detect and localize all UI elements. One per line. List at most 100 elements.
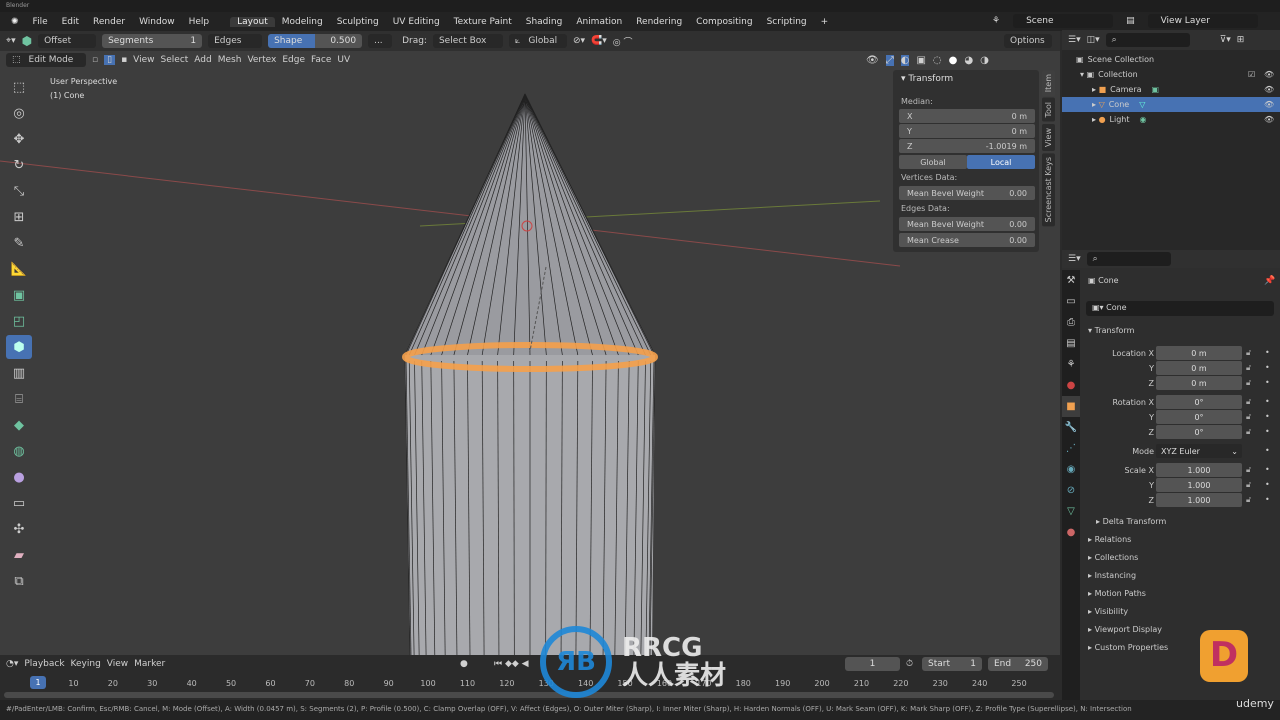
pivot-icon[interactable]: ⊘▾ xyxy=(573,36,585,46)
particles-properties-icon[interactable]: ⋰ xyxy=(1062,438,1080,459)
rotation-y-field[interactable]: 0° xyxy=(1156,410,1242,424)
cursor-tool-icon[interactable]: ◎ xyxy=(6,101,32,125)
object-properties-icon[interactable]: ■ xyxy=(1062,396,1080,417)
vertex-bevel-weight-field[interactable]: Mean Bevel Weight 0.00 xyxy=(899,186,1035,200)
blender-logo-icon[interactable]: ✺ xyxy=(4,17,26,27)
keyframe-dot-icon[interactable]: • xyxy=(1265,495,1270,504)
start-frame-field[interactable]: Start 1 xyxy=(922,657,982,671)
lock-icon[interactable]: 🔓︎ xyxy=(1246,348,1251,358)
rotation-x-field[interactable]: 0° xyxy=(1156,395,1242,409)
keyframe-dot-icon[interactable]: • xyxy=(1265,446,1270,455)
rip-tool-icon[interactable]: ⧉ xyxy=(6,569,32,593)
properties-search-input[interactable]: ⌕ xyxy=(1086,252,1171,266)
menu-keying[interactable]: Keying xyxy=(71,659,101,669)
lock-icon[interactable]: 🔓︎ xyxy=(1246,427,1251,437)
relations-section[interactable]: ▸ Relations xyxy=(1088,535,1131,544)
scale-x-field[interactable]: 1.000 xyxy=(1156,463,1242,477)
menu-add[interactable]: Add xyxy=(194,55,211,65)
menu-render[interactable]: Render xyxy=(86,17,132,27)
display-mode-icon[interactable]: ◫▾ xyxy=(1087,35,1100,45)
motion-paths-section[interactable]: ▸ Motion Paths xyxy=(1088,589,1146,598)
object-name-field[interactable]: ▣▾ Cone xyxy=(1086,301,1274,316)
transform-tool-icon[interactable]: ⊞ xyxy=(6,205,32,229)
outliner-item-cone[interactable]: ▸ ▽ Cone ▽ 👁 xyxy=(1062,97,1280,112)
lock-icon[interactable]: 🔓︎ xyxy=(1246,397,1251,407)
snap-icon[interactable]: 🧲▾ xyxy=(591,36,607,46)
lock-icon[interactable]: 🔓︎ xyxy=(1246,480,1251,490)
affect-dropdown[interactable]: Edges xyxy=(208,34,263,48)
keyframe-dot-icon[interactable]: • xyxy=(1265,378,1270,387)
end-frame-field[interactable]: End 250 xyxy=(988,657,1048,671)
tool-properties-icon[interactable]: ⚒ xyxy=(1062,270,1080,291)
median-y-field[interactable]: Y 0 m xyxy=(899,124,1035,138)
material-shading-icon[interactable]: ◕ xyxy=(964,55,973,66)
move-tool-icon[interactable]: ✥ xyxy=(6,127,32,151)
custom-properties-section[interactable]: ▸ Custom Properties xyxy=(1088,643,1168,652)
options-dropdown[interactable]: Options xyxy=(1004,34,1052,48)
xray-icon[interactable]: ▣ xyxy=(916,55,925,66)
outliner-scene-collection[interactable]: ▣ Scene Collection xyxy=(1062,52,1280,67)
tab-tool[interactable]: Tool xyxy=(1042,98,1055,122)
transform-section-header[interactable]: ▾ Transform xyxy=(1088,326,1134,335)
rotation-mode-dropdown[interactable]: XYZ Euler ⌄ xyxy=(1156,444,1242,458)
material-properties-icon[interactable]: ● xyxy=(1062,522,1080,543)
checkbox-icon[interactable]: ☑ xyxy=(1248,70,1255,79)
knife-tool-icon[interactable]: ⌸ xyxy=(6,387,32,411)
segments-field[interactable]: Segments 1 xyxy=(102,34,203,48)
timeline-scrollbar[interactable] xyxy=(4,692,1054,698)
loop-cut-tool-icon[interactable]: ▥ xyxy=(6,361,32,385)
annotate-tool-icon[interactable]: ✎ xyxy=(6,231,32,255)
filter-icon[interactable]: ⊽▾ xyxy=(1220,35,1231,45)
median-z-field[interactable]: Z -1.0019 m xyxy=(899,139,1035,153)
record-icon[interactable]: ● xyxy=(460,659,468,669)
location-y-field[interactable]: 0 m xyxy=(1156,361,1242,375)
orientation-dropdown[interactable]: ⟀ Global xyxy=(508,34,567,48)
keyframe-dot-icon[interactable]: • xyxy=(1265,363,1270,372)
eye-icon[interactable]: 👁 xyxy=(1264,85,1274,94)
tab-layout[interactable]: Layout xyxy=(230,16,275,27)
offset-dropdown[interactable]: Offset xyxy=(38,34,97,48)
playback-controls-icon[interactable]: ⏮ ◆◆ ◀ xyxy=(494,659,529,669)
tab-shading[interactable]: Shading xyxy=(519,17,570,27)
menu-vertex[interactable]: Vertex xyxy=(247,55,276,65)
keyframe-dot-icon[interactable]: • xyxy=(1265,348,1270,357)
measure-tool-icon[interactable]: 📐 xyxy=(6,257,32,281)
keyframe-dot-icon[interactable]: • xyxy=(1265,397,1270,406)
tab-item[interactable]: Item xyxy=(1042,70,1055,97)
drag-dropdown[interactable]: Select Box xyxy=(432,34,503,48)
editor-type-icon[interactable]: ☰▾ xyxy=(1068,35,1081,45)
outliner-item-camera[interactable]: ▸ ■ Camera ▣ 👁 xyxy=(1062,82,1280,97)
face-select-icon[interactable]: ▪ xyxy=(121,55,127,65)
pin-icon[interactable]: 📌 xyxy=(1264,276,1275,286)
poly-build-tool-icon[interactable]: ◆ xyxy=(6,413,32,437)
menu-edge[interactable]: Edge xyxy=(282,55,305,65)
outliner-search-input[interactable]: ⌕ xyxy=(1105,33,1190,47)
edge-select-icon[interactable]: ▯ xyxy=(104,55,116,65)
tab-screencast-keys[interactable]: Screencast Keys xyxy=(1042,152,1055,227)
menu-window[interactable]: Window xyxy=(132,17,182,27)
view-layer-properties-icon[interactable]: ▤ xyxy=(1062,333,1080,354)
world-properties-icon[interactable]: ● xyxy=(1062,375,1080,396)
eye-icon[interactable]: 👁 xyxy=(1264,115,1274,124)
scale-tool-icon[interactable]: ⤡ xyxy=(6,179,32,203)
lock-icon[interactable]: 🔓︎ xyxy=(1246,412,1251,422)
visibility-icon[interactable]: 👁 xyxy=(866,55,879,66)
keyframe-dot-icon[interactable]: • xyxy=(1265,427,1270,436)
menu-uv[interactable]: UV xyxy=(337,55,350,65)
location-x-field[interactable]: 0 m xyxy=(1156,346,1242,360)
visibility-section[interactable]: ▸ Visibility xyxy=(1088,607,1128,616)
stopwatch-icon[interactable]: ⏱ xyxy=(906,659,913,669)
lock-icon[interactable]: 🔓︎ xyxy=(1246,363,1251,373)
tab-rendering[interactable]: Rendering xyxy=(629,17,689,27)
add-workspace-button[interactable]: + xyxy=(814,17,836,27)
rotation-z-field[interactable]: 0° xyxy=(1156,425,1242,439)
editor-type-icon[interactable]: ☰▾ xyxy=(1068,254,1081,264)
scale-y-field[interactable]: 1.000 xyxy=(1156,478,1242,492)
menu-select[interactable]: Select xyxy=(161,55,189,65)
lock-icon[interactable]: 🔓︎ xyxy=(1246,378,1251,388)
proportional-edit-icon[interactable]: ◎ ⌒ xyxy=(613,35,633,48)
tab-modeling[interactable]: Modeling xyxy=(275,17,330,27)
menu-edit[interactable]: Edit xyxy=(55,17,86,27)
modifier-properties-icon[interactable]: 🔧 xyxy=(1062,417,1080,438)
render-properties-icon[interactable]: ▭ xyxy=(1062,291,1080,312)
